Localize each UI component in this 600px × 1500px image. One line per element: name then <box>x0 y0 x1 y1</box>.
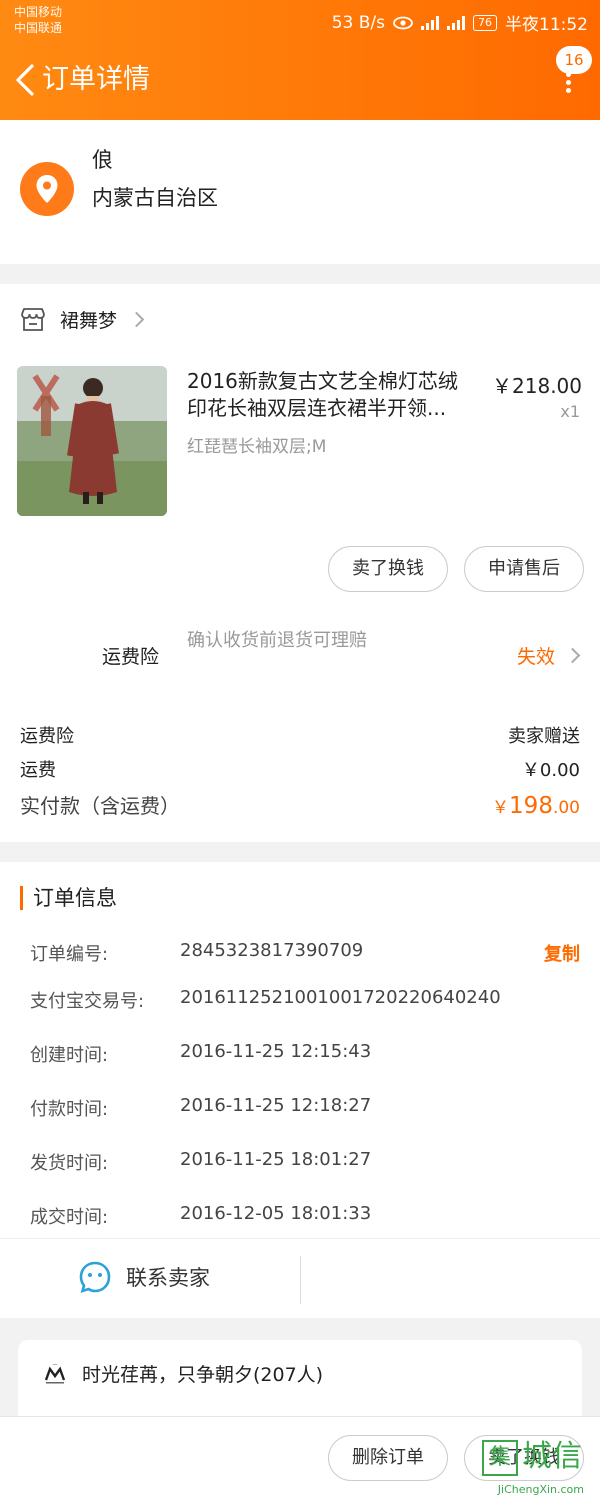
eye-icon <box>393 16 413 29</box>
amount-integer: 198 <box>509 793 553 819</box>
info-label: 发货时间: <box>30 1153 109 1174</box>
product-title[interactable]: 2016新款复古文艺全棉灯芯绒印花长袖双层连衣裙半开领... <box>187 368 477 422</box>
insurance-description: 确认收货前退货可理赔 <box>187 630 367 651</box>
more-menu-icon[interactable] <box>564 72 572 98</box>
group-chat-card[interactable]: — 时光荏苒，只争朝夕(207人) <box>18 1340 582 1420</box>
info-value: 2016-11-25 12:18:27 <box>180 1095 372 1116</box>
back-arrow-icon[interactable] <box>12 62 38 98</box>
svg-text:—: — <box>53 1362 58 1368</box>
watermark-logo: 集 城信 JiChengXin.com <box>478 1436 594 1498</box>
delete-order-button[interactable]: 删除订单 <box>328 1435 448 1481</box>
copy-button[interactable]: 复制 <box>544 940 580 966</box>
recipient-name: 俍 <box>92 148 113 172</box>
header-bar: 中国移动 中国联通 53 B/s 76 半夜11:52 订单详情 16 <box>0 0 600 120</box>
info-label: 订单编号: <box>30 944 109 965</box>
info-value: 2016112521001001720220640240 <box>180 987 501 1008</box>
page-title: 订单详情 <box>42 64 150 95</box>
carrier-1: 中国移动 <box>14 5 63 19</box>
sell-for-cash-button[interactable]: 卖了换钱 <box>328 546 448 592</box>
clock: 半夜11:52 <box>505 15 588 35</box>
address-card[interactable]: 俍 内蒙古自治区 <box>0 120 600 264</box>
product-sku: 红琵琶长袖双层;M <box>187 437 327 457</box>
battery-icon: 76 <box>473 14 497 31</box>
status-carriers: 中国移动 中国联通 <box>14 4 62 36</box>
info-label: 创建时间: <box>30 1045 109 1066</box>
insurance-status: 失效 <box>516 646 555 668</box>
info-label: 付款时间: <box>30 1099 109 1120</box>
store-row[interactable]: 裙舞梦 <box>20 306 145 333</box>
product-thumbnail[interactable] <box>17 366 167 516</box>
info-value: 2845323817390709 <box>180 940 364 961</box>
total-paid-row: 实付款（含运费） ￥198.00 <box>20 790 580 819</box>
network-speed: 53 B/s <box>331 12 385 33</box>
shipping-fee-label: 运费 <box>20 760 56 781</box>
contact-seller-label: 联系卖家 <box>126 1266 210 1290</box>
watermark-cn: 城信 <box>522 1439 582 1474</box>
order-card: 裙舞梦 2016新款复古文艺全棉灯芯绒印花长袖双层连衣裙半开领... 红琵琶长袖… <box>0 284 600 842</box>
shipping-fee-value: ￥0.00 <box>521 760 580 781</box>
group-chat-name: 时光荏苒，只争朝夕(207人) <box>82 1364 324 1386</box>
message-count-badge: 16 <box>556 46 592 74</box>
location-pin-icon <box>20 162 74 216</box>
divider <box>0 1238 600 1239</box>
fee-insurance-label: 运费险 <box>20 726 74 747</box>
insurance-status-link[interactable]: 失效 <box>516 642 581 669</box>
signal-2-icon <box>447 15 465 30</box>
info-value: 2016-11-25 12:15:43 <box>180 1041 372 1062</box>
watermark-box: 集 <box>482 1440 518 1476</box>
status-right: 53 B/s 76 半夜11:52 <box>331 10 588 36</box>
address-region: 内蒙古自治区 <box>92 186 218 210</box>
watermark-url: JiChengXin.com <box>497 1483 584 1496</box>
currency-symbol: ￥ <box>492 798 510 818</box>
store-name: 裙舞梦 <box>60 310 118 332</box>
fee-insurance-value: 卖家赠送 <box>508 726 580 747</box>
info-value: 2016-11-25 18:01:27 <box>180 1149 372 1170</box>
shop-logo-icon: — <box>44 1362 66 1384</box>
divider <box>300 1256 301 1304</box>
fee-insurance-row: 运费险 卖家赠送 <box>20 722 580 748</box>
info-value: 2016-12-05 18:01:33 <box>180 1203 372 1224</box>
shipping-fee-row: 运费 ￥0.00 <box>20 756 580 782</box>
insurance-label: 运费险 <box>102 646 160 668</box>
chevron-right-icon <box>564 647 581 664</box>
total-paid-label: 实付款（含运费） <box>20 794 180 818</box>
info-label: 成交时间: <box>30 1207 109 1228</box>
total-paid-amount: ￥198.00 <box>492 793 580 819</box>
product-quantity: x1 <box>560 402 580 421</box>
signal-1-icon <box>421 15 439 30</box>
amount-decimal: .00 <box>552 798 580 818</box>
chevron-right-icon <box>128 311 145 328</box>
carrier-2: 中国联通 <box>14 21 63 35</box>
store-icon <box>21 307 45 331</box>
info-label: 支付宝交易号: <box>30 991 145 1012</box>
chat-bubble-icon <box>79 1261 111 1294</box>
request-aftersale-button[interactable]: 申请售后 <box>464 546 584 592</box>
contact-seller-button[interactable]: 联系卖家 <box>78 1260 210 1294</box>
product-price: ￥218.00 <box>492 374 582 398</box>
bottom-action-bar: 删除订单 卖了换钱 集 城信 JiChengXin.com <box>0 1416 600 1500</box>
order-info-title: 订单信息 <box>20 886 117 910</box>
order-info-card: 订单信息 订单编号: 2845323817390709 复制 支付宝交易号: 2… <box>0 862 600 1318</box>
